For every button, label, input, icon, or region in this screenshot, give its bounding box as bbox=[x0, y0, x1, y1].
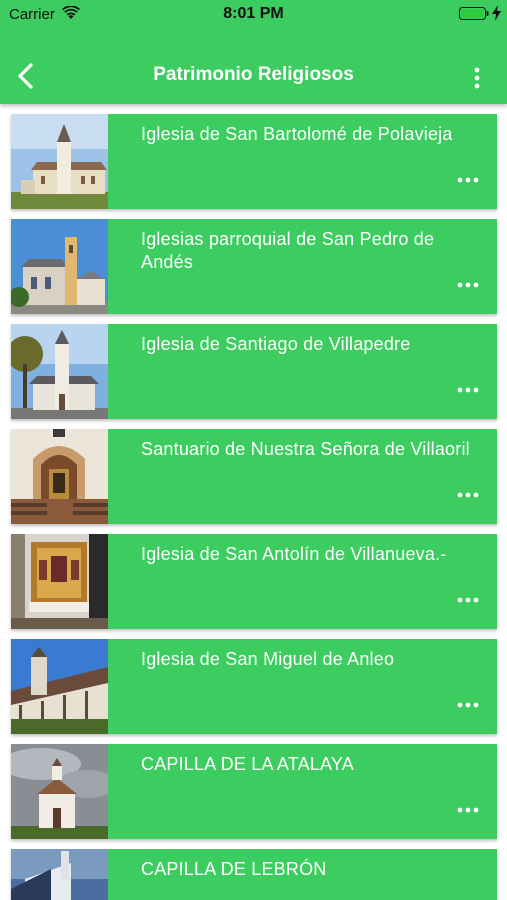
item-title: Iglesia de San Miguel de Anleo bbox=[141, 649, 395, 669]
list-item[interactable]: Iglesias parroquial de San Pedro de Andé… bbox=[11, 219, 497, 314]
battery-icon bbox=[459, 7, 489, 20]
more-horizontal-icon[interactable] bbox=[457, 806, 479, 814]
church-interior-thumbnail bbox=[11, 429, 108, 524]
chapel-thumbnail bbox=[11, 744, 108, 839]
list-item[interactable]: CAPILLA DE LEBRÓN bbox=[11, 849, 497, 900]
clock: 8:01 PM bbox=[223, 5, 284, 22]
church-altar-thumbnail bbox=[11, 534, 108, 629]
more-horizontal-icon[interactable] bbox=[457, 491, 479, 499]
more-horizontal-icon[interactable] bbox=[457, 176, 479, 184]
nav-bar: Patrimonio Religiosos bbox=[0, 46, 507, 104]
church-thumbnail bbox=[11, 639, 108, 734]
more-horizontal-icon[interactable] bbox=[457, 596, 479, 604]
heritage-list[interactable]: Iglesia de San Bartolomé de Polavieja Ig… bbox=[0, 104, 507, 900]
status-bar: Carrier 8:01 PM bbox=[0, 0, 507, 28]
list-item[interactable]: Santuario de Nuestra Señora de Villaoril bbox=[11, 429, 497, 524]
item-title: Iglesia de San Antolín de Villanueva.- bbox=[141, 544, 447, 564]
item-title: Iglesias parroquial de San Pedro de Andé… bbox=[141, 229, 435, 272]
item-title: Iglesia de San Bartolomé de Polavieja bbox=[141, 124, 453, 144]
more-horizontal-icon[interactable] bbox=[457, 386, 479, 394]
more-horizontal-icon[interactable] bbox=[457, 701, 479, 709]
church-thumbnail bbox=[11, 114, 108, 209]
page-title: Patrimonio Religiosos bbox=[153, 64, 354, 85]
charging-icon bbox=[492, 5, 501, 21]
item-title: Iglesia de Santiago de Villapedre bbox=[141, 334, 411, 354]
church-thumbnail bbox=[11, 324, 108, 419]
item-title: CAPILLA DE LEBRÓN bbox=[141, 859, 327, 879]
more-vertical-icon[interactable] bbox=[470, 66, 484, 90]
chapel-thumbnail bbox=[11, 849, 108, 900]
list-item[interactable]: CAPILLA DE LA ATALAYA bbox=[11, 744, 497, 839]
item-title: CAPILLA DE LA ATALAYA bbox=[141, 754, 354, 774]
list-item[interactable]: Iglesia de San Antolín de Villanueva.- bbox=[11, 534, 497, 629]
list-item[interactable]: Iglesia de Santiago de Villapedre bbox=[11, 324, 497, 419]
list-item[interactable]: Iglesia de San Bartolomé de Polavieja bbox=[11, 114, 497, 209]
item-title: Santuario de Nuestra Señora de Villaoril bbox=[141, 439, 470, 459]
more-horizontal-icon[interactable] bbox=[457, 281, 479, 289]
church-thumbnail bbox=[11, 219, 108, 314]
app-header: Carrier 8:01 PM Patrimonio Religiosos bbox=[0, 0, 507, 104]
list-item[interactable]: Iglesia de San Miguel de Anleo bbox=[11, 639, 497, 734]
